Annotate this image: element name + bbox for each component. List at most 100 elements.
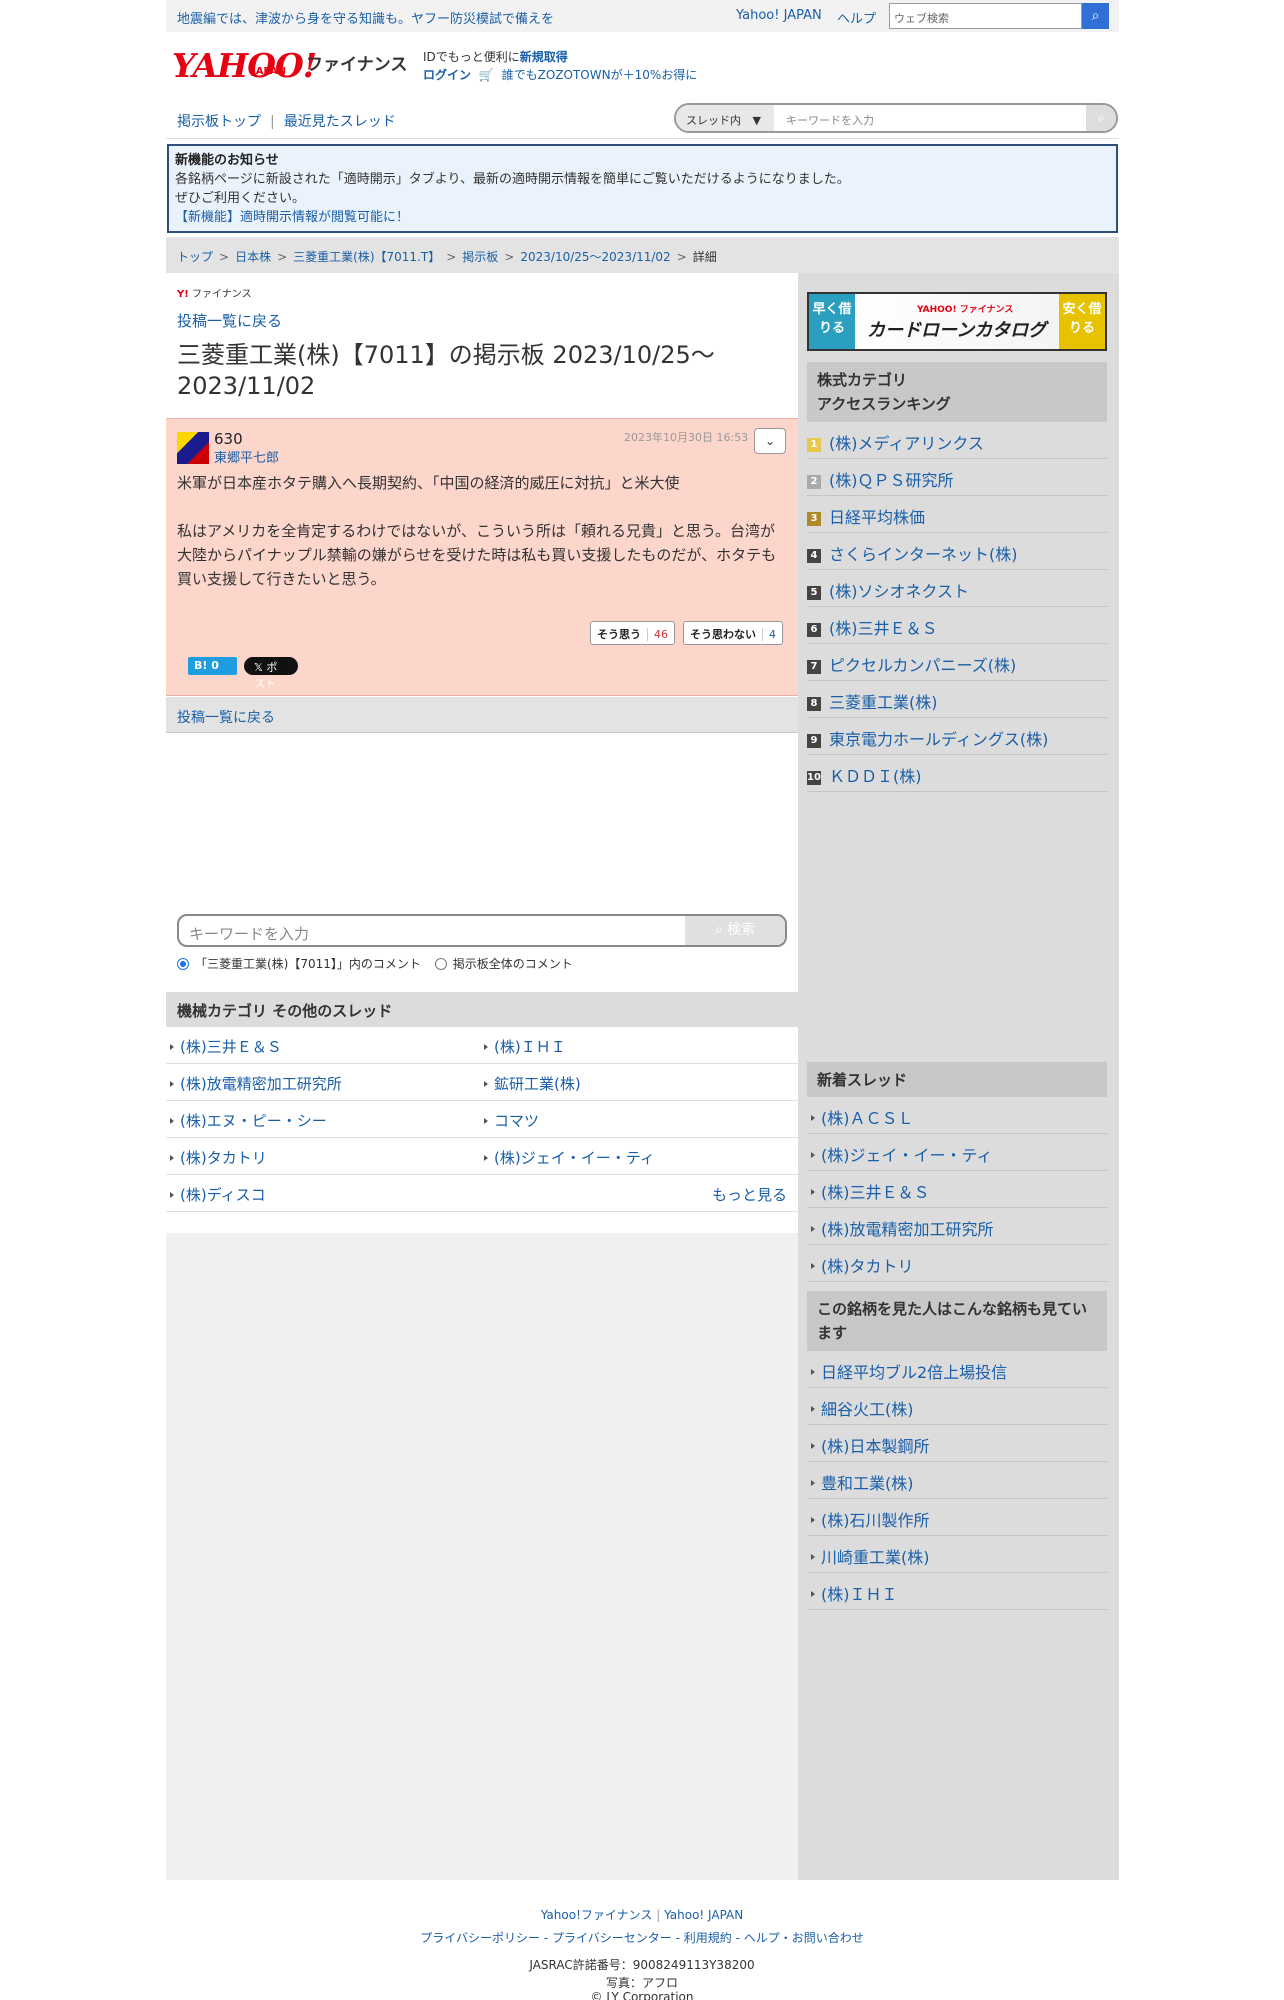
- also-viewed-link[interactable]: (株)日本製鋼所: [807, 1425, 1107, 1462]
- back-to-list-link-bottom[interactable]: 投稿一覧に戻る: [177, 710, 275, 726]
- search-button-label: 検索: [727, 922, 756, 938]
- ranking-item-label: 東京電力ホールディングス(株): [829, 730, 1049, 749]
- privacy-policy-link[interactable]: プライバシーポリシー: [420, 1931, 540, 1945]
- ranking-item-label: 三菱重工業(株): [829, 693, 938, 712]
- hatena-bookmark-button[interactable]: B! 0: [188, 657, 237, 675]
- breadcrumb-sep: >: [676, 250, 687, 264]
- footer-yj-link[interactable]: Yahoo! JAPAN: [664, 1908, 743, 1922]
- ranking-item[interactable]: 7 ピクセルカンパニーズ(株): [807, 644, 1107, 681]
- thread-link[interactable]: (株)エヌ・ピー・シー: [170, 1110, 327, 1131]
- breadcrumb-japan-stocks[interactable]: 日本株: [235, 250, 271, 264]
- list-row: (株)放電精密加工研究所 鉱研工業(株): [166, 1064, 798, 1101]
- post-author-link[interactable]: 東郷平七郎: [214, 447, 279, 466]
- ranking-item[interactable]: 5 (株)ソシオネクスト: [807, 570, 1107, 607]
- signup-link[interactable]: 新規取得: [520, 50, 568, 64]
- page-title: 三菱重工業(株)【7011】の掲示板 2023/10/25〜2023/11/02: [177, 341, 715, 400]
- ranking-item[interactable]: 6 (株)三井Ｅ＆Ｓ: [807, 607, 1107, 644]
- banner-left-label: 早く借りる: [809, 294, 855, 349]
- radio-thread-label: 「三菱重工業(株)【7011】」内のコメント: [195, 957, 421, 971]
- login-link[interactable]: ログイン: [423, 68, 471, 82]
- search-icon[interactable]: ⌕: [1086, 105, 1116, 131]
- agree-label: そう思う: [597, 628, 641, 641]
- radio-all[interactable]: [434, 958, 447, 970]
- login-line: ログイン 🛒 誰でもZOZOTOWNが＋10%お得に: [423, 66, 697, 83]
- post-body: 米軍が日本産ホタテ購入へ長期契約、「中国の経済的威圧に対抗」と米大使 私はアメリ…: [177, 471, 777, 591]
- list-row: (株)エヌ・ピー・シー コマツ: [166, 1101, 798, 1138]
- also-viewed-link[interactable]: 川崎重工業(株): [807, 1536, 1107, 1573]
- notice-text: 各銘柄ページに新設された「適時開示」タブより、最新の適時開示情報を簡単にご覧いた…: [175, 172, 850, 187]
- also-viewed-link[interactable]: 細谷火工(株): [807, 1388, 1107, 1425]
- disagree-count: 4: [762, 628, 776, 641]
- agree-button[interactable]: そう思う 46: [590, 621, 675, 645]
- ranking-heading-line: 株式カテゴリ: [817, 371, 908, 389]
- thread-keyword-input[interactable]: キーワードを入力: [786, 112, 874, 128]
- post-body-line: 私はアメリカを全肯定するわけではないが、こういう所は「頼れる兄貴」と思う。台湾が…: [177, 522, 777, 588]
- disaster-notice-link[interactable]: 地震編では、津波から身を守る知識も。ヤフー防災模試で備えを: [177, 8, 554, 27]
- back-to-list-link[interactable]: 投稿一覧に戻る: [177, 310, 282, 331]
- finance-small-label: ファイナンス: [192, 289, 252, 300]
- privacy-center-link[interactable]: プライバシーセンター: [552, 1931, 672, 1945]
- also-viewed-link[interactable]: (株)ＩＨＩ: [807, 1573, 1107, 1610]
- new-thread-link[interactable]: (株)放電精密加工研究所: [807, 1208, 1107, 1245]
- ranking-item[interactable]: 2 (株)ＱＰＳ研究所: [807, 459, 1107, 496]
- comment-search-input[interactable]: キーワードを入力: [189, 923, 309, 944]
- breadcrumb-period[interactable]: 2023/10/25〜2023/11/02: [520, 250, 670, 264]
- ranking-item[interactable]: 4 さくらインターネット(株): [807, 533, 1107, 570]
- help-contact-link[interactable]: ヘルプ・お問い合わせ: [744, 1931, 864, 1945]
- also-viewed-link[interactable]: 日経平均ブル2倍上場投信: [807, 1351, 1107, 1388]
- ranking-item[interactable]: 8 三菱重工業(株): [807, 681, 1107, 718]
- chevron-down-icon[interactable]: ⌄: [754, 428, 786, 454]
- photo-credit: 写真：アフロ: [605, 1976, 678, 1990]
- breadcrumb-board[interactable]: 掲示板: [462, 250, 498, 264]
- rank-number: 3: [807, 512, 821, 526]
- thread-link[interactable]: (株)放電精密加工研究所: [170, 1073, 342, 1094]
- breadcrumb-top[interactable]: トップ: [177, 250, 213, 264]
- new-thread-link[interactable]: (株)ジェイ・イー・ティ: [807, 1134, 1107, 1171]
- board-top-link[interactable]: 掲示板トップ: [177, 114, 261, 130]
- scope-select-value: スレッド内: [686, 114, 741, 127]
- thread-link[interactable]: (株)ディスコ: [170, 1184, 266, 1205]
- breadcrumb-stock[interactable]: 三菱重工業(株)【7011.T】: [293, 250, 440, 264]
- radio-thread[interactable]: [177, 958, 189, 970]
- comment-search-button[interactable]: ⌕ 検索: [685, 916, 785, 945]
- also-viewed-link[interactable]: 豊和工業(株): [807, 1462, 1107, 1499]
- thread-link[interactable]: (株)タカトリ: [170, 1147, 267, 1168]
- ranking-item[interactable]: 10 ＫＤＤＩ(株): [807, 755, 1107, 792]
- ranking-item-label: 日経平均株価: [829, 508, 926, 527]
- avatar[interactable]: [177, 432, 209, 464]
- finance-logo-label[interactable]: ファイナンス: [306, 50, 407, 75]
- more-link[interactable]: もっと見る: [712, 1184, 787, 1205]
- yahoo-logo[interactable]: YAHOO!: [172, 46, 317, 85]
- disagree-button[interactable]: そう思わない 4: [683, 621, 783, 645]
- footer: Yahoo!ファイナンス | Yahoo! JAPAN プライバシーポリシー -…: [0, 1880, 1284, 2000]
- notice-link[interactable]: 【新機能】適時開示情報が閲覧可能に！: [175, 208, 1110, 227]
- thread-search-bar: スレッド内 ▼ キーワードを入力 ⌕: [674, 103, 1118, 133]
- post-number: 630: [214, 430, 243, 448]
- ranking-item[interactable]: 3 日経平均株価: [807, 496, 1107, 533]
- breadcrumb-sep: >: [219, 250, 230, 264]
- help-link[interactable]: ヘルプ: [837, 8, 876, 27]
- scope-select[interactable]: スレッド内 ▼: [676, 105, 774, 131]
- new-thread-link[interactable]: (株)タカトリ: [807, 1245, 1107, 1282]
- ranking-item-label: ＫＤＤＩ(株): [829, 767, 922, 786]
- zozo-promo-link[interactable]: 誰でもZOZOTOWNが＋10%お得に: [502, 68, 698, 82]
- thread-link[interactable]: (株)三井Ｅ＆Ｓ: [170, 1036, 282, 1057]
- ranking-item[interactable]: 1 (株)メディアリンクス: [807, 422, 1107, 459]
- also-viewed-link[interactable]: (株)石川製作所: [807, 1499, 1107, 1536]
- thread-link[interactable]: (株)ＩＨＩ: [484, 1036, 566, 1057]
- new-thread-link[interactable]: (株)ＡＣＳＬ: [807, 1097, 1107, 1134]
- thread-link[interactable]: 鉱研工業(株): [484, 1073, 581, 1094]
- web-search-input[interactable]: ウェブ検索: [889, 3, 1082, 29]
- x-post-button[interactable]: 𝕏 ポスト: [244, 657, 298, 690]
- thread-link[interactable]: (株)ジェイ・イー・ティ: [484, 1147, 655, 1168]
- recent-threads-link[interactable]: 最近見たスレッド: [284, 114, 396, 130]
- search-icon[interactable]: ⌕: [1082, 3, 1109, 29]
- terms-link[interactable]: 利用規約: [684, 1931, 732, 1945]
- thread-link[interactable]: コマツ: [484, 1110, 539, 1131]
- card-loan-banner[interactable]: 早く借りる YAHOO! ファイナンス カードローンカタログ 安く借りる: [807, 292, 1107, 351]
- footer-yf-link[interactable]: Yahoo!ファイナンス: [541, 1908, 653, 1922]
- ranking-item[interactable]: 9 東京電力ホールディングス(株): [807, 718, 1107, 755]
- search-scope-radios: 「三菱重工業(株)【7011】」内のコメント 掲示板全体のコメント: [177, 955, 573, 972]
- new-thread-link[interactable]: (株)三井Ｅ＆Ｓ: [807, 1171, 1107, 1208]
- yahoo-japan-link[interactable]: Yahoo! JAPAN: [736, 8, 822, 23]
